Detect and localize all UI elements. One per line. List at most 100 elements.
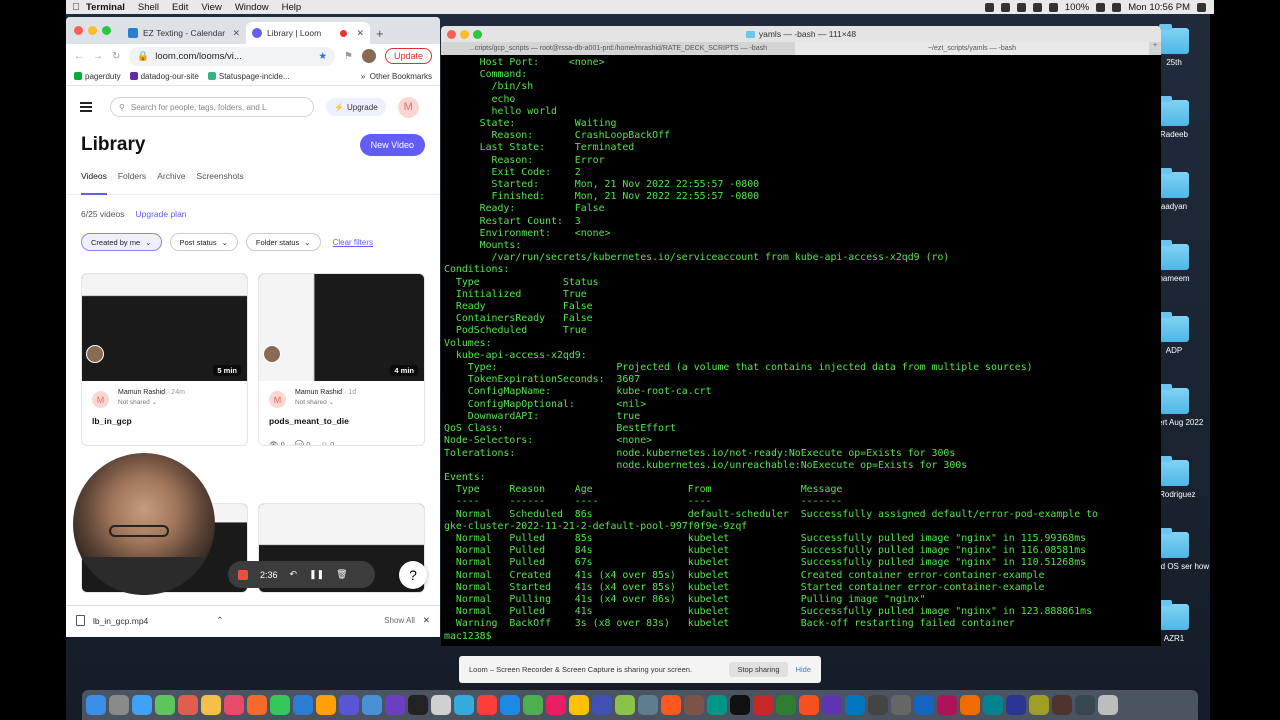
tab-videos[interactable]: Videos xyxy=(81,171,107,195)
filter-folder-status[interactable]: Folder status ⌄ xyxy=(245,233,321,251)
zoom-window-icon[interactable] xyxy=(473,30,482,39)
tab-archive[interactable]: Archive xyxy=(157,171,185,194)
menu-edit[interactable]: Edit xyxy=(172,2,188,13)
battery-percent[interactable]: 100% xyxy=(1065,2,1089,13)
pause-icon[interactable]: ❚❚ xyxy=(309,569,324,580)
bookmark-star-icon[interactable]: ★ xyxy=(318,51,327,62)
dock-app-icon[interactable] xyxy=(523,695,543,715)
close-tab-icon[interactable]: ✕ xyxy=(232,28,240,39)
dock-app-icon[interactable] xyxy=(224,695,244,715)
notification-center-icon[interactable] xyxy=(1197,2,1206,12)
battery-icon[interactable] xyxy=(1096,2,1106,12)
dock-app-icon[interactable] xyxy=(684,695,704,715)
dock-app-icon[interactable] xyxy=(178,695,198,715)
show-all-button[interactable]: Show All xyxy=(384,616,415,625)
dock-app-icon[interactable] xyxy=(362,695,382,715)
close-window-icon[interactable] xyxy=(74,26,83,35)
chevron-up-icon[interactable]: ⌃ xyxy=(216,615,223,626)
download-file-name[interactable]: lb_in_gcp.mp4 xyxy=(93,616,148,626)
bookmark-pagerduty[interactable]: pagerduty xyxy=(74,72,121,81)
dock-app-icon[interactable] xyxy=(983,695,1003,715)
menu-view[interactable]: View xyxy=(201,2,221,13)
undo-icon[interactable]: ↶ xyxy=(290,569,298,580)
dock-app-icon[interactable] xyxy=(914,695,934,715)
dock-app-icon[interactable] xyxy=(546,695,566,715)
other-bookmarks[interactable]: » Other Bookmarks xyxy=(361,72,432,81)
dock-app-icon[interactable] xyxy=(1029,695,1049,715)
upgrade-button[interactable]: ⚡ Upgrade xyxy=(326,98,386,116)
dock-app-icon[interactable] xyxy=(661,695,681,715)
profile-avatar[interactable] xyxy=(361,49,376,63)
dock-app-icon[interactable] xyxy=(408,695,428,715)
forward-icon[interactable]: → xyxy=(93,51,103,62)
minimize-window-icon[interactable] xyxy=(88,26,97,35)
hide-button[interactable]: Hide xyxy=(796,665,811,674)
menu-window[interactable]: Window xyxy=(235,2,269,13)
stop-recording-icon[interactable] xyxy=(238,569,248,580)
dock-app-icon[interactable] xyxy=(500,695,520,715)
dock-app-icon[interactable] xyxy=(247,695,267,715)
dock-app-icon[interactable] xyxy=(385,695,405,715)
trash-icon[interactable]: 🗑 xyxy=(336,569,347,580)
dock-app-icon[interactable] xyxy=(1075,695,1095,715)
close-icon[interactable]: ✕ xyxy=(423,615,430,626)
menu-icon[interactable] xyxy=(80,100,92,115)
update-button[interactable]: Update xyxy=(384,48,432,64)
dock-app-icon[interactable] xyxy=(753,695,773,715)
menu-help[interactable]: Help xyxy=(282,2,302,13)
video-thumbnail[interactable]: 5 min xyxy=(82,274,247,381)
extensions-icon[interactable]: ⚑ xyxy=(344,51,353,62)
dock-app-icon[interactable] xyxy=(454,695,474,715)
video-thumbnail[interactable]: 4 min xyxy=(259,274,424,381)
new-video-button[interactable]: New Video xyxy=(359,134,425,156)
dock-app-icon[interactable] xyxy=(937,695,957,715)
dock-app-icon[interactable] xyxy=(891,695,911,715)
dock-app-icon[interactable] xyxy=(339,695,359,715)
dock-app-icon[interactable] xyxy=(155,695,175,715)
clear-filters-link[interactable]: Clear filters xyxy=(333,238,373,247)
dock-app-icon[interactable] xyxy=(799,695,819,715)
help-button[interactable]: ? xyxy=(399,561,427,589)
dock-app-icon[interactable] xyxy=(109,695,129,715)
dock-app-icon[interactable] xyxy=(1052,695,1072,715)
dock-app-icon[interactable] xyxy=(293,695,313,715)
dock-app-icon[interactable] xyxy=(1098,695,1118,715)
close-tab-icon[interactable]: ✕ xyxy=(356,28,364,39)
terminal-tab-yamls[interactable]: ~/ezt_scripts/yamls — -bash xyxy=(795,42,1149,55)
dock-app-icon[interactable] xyxy=(845,695,865,715)
dock-app-icon[interactable] xyxy=(707,695,727,715)
new-tab-icon[interactable]: + xyxy=(1149,42,1161,55)
dock-app-icon[interactable] xyxy=(1006,695,1026,715)
dock-app-icon[interactable] xyxy=(270,695,290,715)
zoom-window-icon[interactable] xyxy=(102,26,111,35)
dock-app-icon[interactable] xyxy=(86,695,106,715)
video-card-lb-in-gcp[interactable]: 5 min M Mamun Rashid · 24m Not shared ⌄ … xyxy=(81,273,248,446)
dock-app-icon[interactable] xyxy=(822,695,842,715)
dock-app-icon[interactable] xyxy=(316,695,336,715)
mic-icon[interactable] xyxy=(984,2,994,12)
terminal-output[interactable]: Host Port: <none> Command: /bin/sh echo … xyxy=(444,57,1161,643)
menu-shell[interactable]: Shell xyxy=(138,2,159,13)
dock-app-icon[interactable] xyxy=(638,695,658,715)
dock-app-icon[interactable] xyxy=(477,695,497,715)
dropbox-icon[interactable] xyxy=(1000,2,1010,12)
upgrade-plan-link[interactable]: Upgrade plan xyxy=(135,209,186,219)
flag-icon[interactable] xyxy=(1032,2,1042,12)
tab-screenshots[interactable]: Screenshots xyxy=(197,171,244,194)
wifi-icon[interactable] xyxy=(1048,2,1058,12)
clock[interactable]: Mon 10:56 PM xyxy=(1128,2,1190,13)
video-title[interactable]: pods_meant_to_die xyxy=(269,416,414,426)
search-icon[interactable] xyxy=(1112,2,1122,12)
dock-app-icon[interactable] xyxy=(132,695,152,715)
dock-app-icon[interactable] xyxy=(868,695,888,715)
minimize-window-icon[interactable] xyxy=(460,30,469,39)
dock-app-icon[interactable] xyxy=(201,695,221,715)
bookmark-datadog[interactable]: datadog-our-site xyxy=(129,72,199,81)
dock-app-icon[interactable] xyxy=(776,695,796,715)
close-window-icon[interactable] xyxy=(447,30,456,39)
bluetooth-icon[interactable] xyxy=(1016,2,1026,12)
stop-sharing-button[interactable]: Stop sharing xyxy=(729,662,788,677)
webcam-bubble[interactable] xyxy=(73,453,215,595)
video-card-pods-meant-to-die[interactable]: 4 min M Mamun Rashid · 1d Not shared ⌄ p… xyxy=(258,273,425,446)
back-icon[interactable]: ← xyxy=(74,51,84,62)
